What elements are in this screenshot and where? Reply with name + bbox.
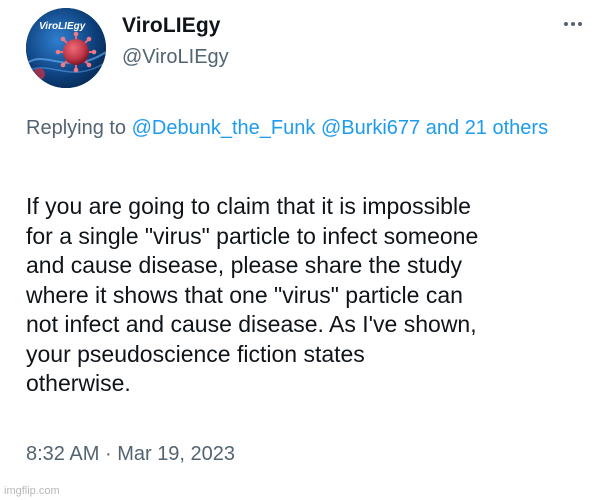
- user-handle[interactable]: @ViroLIEgy: [122, 46, 229, 69]
- tweet-line: where it shows that one "virus" particle…: [26, 281, 463, 308]
- more-options-icon[interactable]: [558, 12, 588, 36]
- avatar[interactable]: ViroLIEgy: [26, 8, 106, 88]
- imgflip-watermark: imgflip.com: [4, 485, 60, 497]
- others-count: 21: [464, 117, 487, 139]
- tweet-line: and cause disease, please share the stud…: [26, 252, 463, 278]
- mention-debunk-the-funk[interactable]: @Debunk_the_Funk: [132, 117, 316, 139]
- svg-text:ViroLIEgy: ViroLIEgy: [39, 21, 86, 32]
- tweet-line: your pseudoscience fiction states: [26, 340, 365, 367]
- replying-to-label: Replying to: [26, 117, 127, 139]
- and-word: and: [425, 117, 460, 139]
- display-name[interactable]: ViroLIEgy: [122, 14, 221, 38]
- tweet-line: If you are going to claim that it is imp…: [26, 193, 471, 219]
- virus-avatar-image: ViroLIEgy: [26, 8, 106, 88]
- tweet-line: not infect and cause disease. As I've sh…: [26, 311, 477, 337]
- and-others-link[interactable]: and 21 others: [426, 117, 548, 139]
- tweet-line: otherwise.: [26, 370, 131, 396]
- tweet-date[interactable]: Mar 19, 2023: [117, 443, 235, 465]
- mention-burki677[interactable]: @Burki677: [321, 117, 420, 139]
- timestamp-separator: ·: [104, 443, 112, 465]
- tweet-line: for a single "virus" particle to infect …: [26, 222, 479, 249]
- tweet-timestamp: 8:32 AM · Mar 19, 2023: [26, 443, 235, 466]
- tweet-time[interactable]: 8:32 AM: [26, 443, 99, 465]
- tweet-text: If you are going to claim that it is imp…: [26, 192, 592, 399]
- others-word: others: [492, 117, 549, 139]
- replying-to-line: Replying to @Debunk_the_Funk @Burki677 a…: [26, 113, 586, 144]
